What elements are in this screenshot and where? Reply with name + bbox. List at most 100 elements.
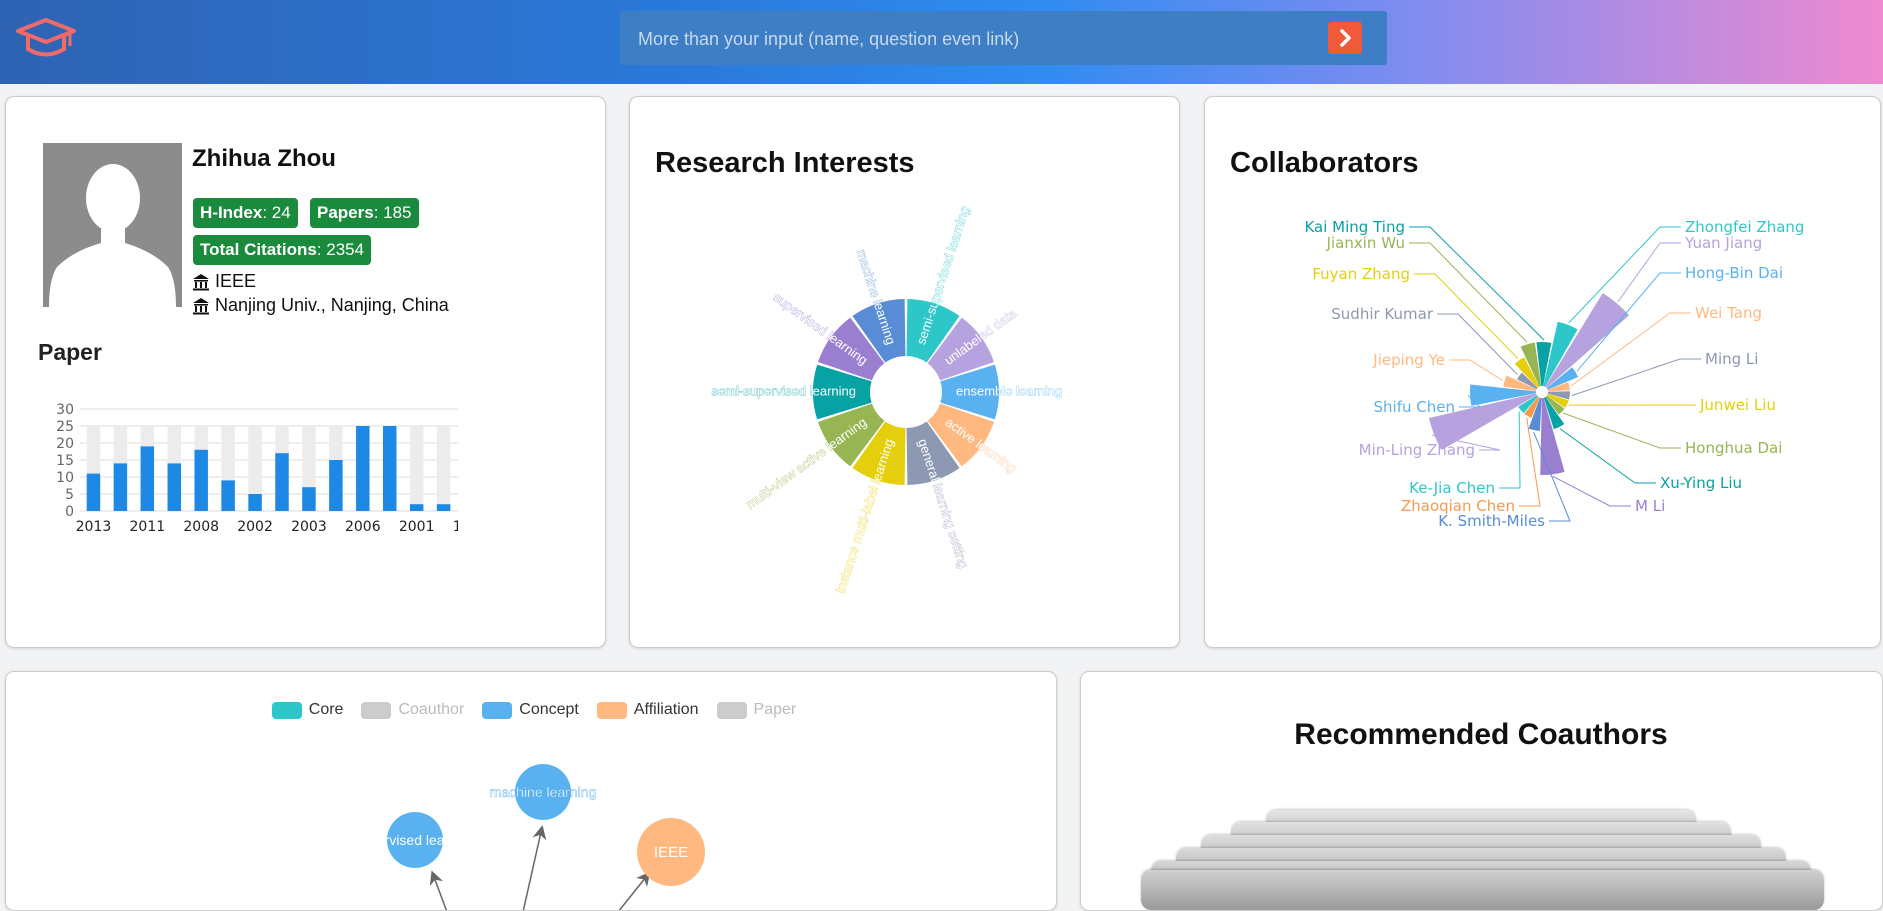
y-tick-label: 10 [56,470,74,486]
rose-center [1536,386,1548,398]
collaborators-card: Collaborators Zhongfei ZhangYuan JiangHo… [1204,96,1881,648]
collaborator-label: Hong-Bin Dai [1685,264,1783,282]
graduation-cap-icon[interactable] [14,16,78,62]
y-tick-label: 5 [65,487,74,503]
affiliation-ieee: IEEE [192,271,256,292]
collaborators-title: Collaborators [1230,147,1419,180]
collaborator-label: Jianxin Wu [1326,234,1405,252]
bar-background [437,426,450,511]
research-interests-card: Research Interests semi-supervised learn… [629,96,1180,648]
collaborator-label: Shifu Chen [1374,398,1455,416]
bar [329,460,342,511]
collaborator-label: Yuan Jiang [1684,234,1762,252]
x-tick-label: 2002 [237,519,273,535]
label-leader-line [1560,429,1656,483]
bar [194,450,207,511]
y-tick-label: 15 [56,453,74,469]
x-tick-label: 2013 [76,519,112,535]
bar [87,474,100,511]
citations-badge: Total Citations: 2354 [193,235,371,265]
bar [410,504,423,511]
x-tick-label: 2001 [399,519,435,535]
graph-node-label: machine learning [490,784,597,800]
profile-card: Zhihua Zhou H-Index: 24 Papers: 185 Tota… [5,96,606,648]
person-silhouette-icon [43,143,182,307]
x-tick-label: 1999 [453,519,458,535]
chevron-right-icon [1328,22,1362,54]
bar [437,504,450,511]
label-leader-line [1409,243,1527,342]
bar-background [410,426,423,511]
affiliation-text: Nanjing Univ., Nanjing, China [215,295,449,316]
x-tick-label: 2011 [130,519,166,535]
paper-bar-chart: 051015202530 2013 2011 2008 2002 2003 2006 2001… [38,397,458,547]
interest-label: ensemble learning [956,383,1062,398]
collaborator-label: Xu-Ying Liu [1660,474,1742,492]
recommended-coauthors-card: Recommended Coauthors [1080,671,1883,911]
collaborator-label: Sudhir Kumar [1331,305,1434,323]
collaborator-label: Kai Ming Ting [1304,218,1405,236]
relation-graph-card: Core Coauthor Concept Affiliation Paper [5,671,1057,911]
h-index-badge: H-Index: 24 [193,198,298,228]
graph-node-label: supervised learning [354,832,475,848]
recommended-coauthors-title: Recommended Coauthors [1081,718,1881,752]
bar [383,426,396,511]
research-interests-title: Research Interests [655,147,915,180]
y-tick-label: 0 [65,504,74,520]
affiliation-text: IEEE [215,271,256,292]
papers-badge: Papers: 185 [310,198,419,228]
collaborator-label: Junwei Liu [1699,396,1776,414]
graph-edge [618,877,646,911]
relation-graph: machine learning supervised learning IEE… [6,672,1057,911]
collaborators-rose-chart: Zhongfei ZhangYuan JiangHong-Bin DaiWei … [1205,177,1881,647]
collaborator-label: Wei Tang [1695,304,1762,322]
bar [248,494,261,511]
collaborator-label: Fuyan Zhang [1312,265,1410,283]
y-tick-label: 20 [56,436,74,452]
bar [141,446,154,511]
research-interests-chart: semi-supervised learningunlabeled dataen… [630,177,1180,647]
collaborator-label: Ming Li [1705,350,1758,368]
graph-edge [523,832,541,911]
bar [356,426,369,511]
label-leader-line [1553,476,1631,506]
label-leader-line [1449,360,1503,380]
bar [275,453,288,511]
x-tick-label: 2006 [345,519,381,535]
collaborator-label: Honghua Dai [1685,439,1782,457]
graph-node-label: IEEE [654,844,688,861]
label-leader-line [1409,227,1544,340]
label-leader-line [1569,227,1681,323]
search-bar [620,11,1387,65]
bar [221,480,234,511]
x-tick-label: 2003 [291,519,327,535]
collaborator-label: M Li [1635,497,1665,515]
label-leader-line [1572,359,1701,396]
coauthor-card-stack-layer[interactable] [1141,870,1824,910]
x-tick-label: 2008 [183,519,219,535]
collaborator-label: Min-Ling Zhang [1359,441,1475,459]
y-tick-label: 30 [56,402,74,418]
label-leader-line [1499,411,1520,488]
interest-label: semi-supervised learning [711,383,856,398]
author-name: Zhihua Zhou [192,145,336,173]
label-leader-line [1519,418,1540,506]
y-tick-label: 25 [56,419,74,435]
search-button[interactable] [1328,22,1362,54]
avatar [43,143,182,307]
affiliation-nanjing: Nanjing Univ., Nanjing, China [192,295,449,316]
bar [168,463,181,511]
collaborator-label: Jieping Ye [1372,351,1445,369]
paper-section-title: Paper [38,339,102,366]
bar [302,487,315,511]
collaborator-label: Zhaoqian Chen [1401,497,1515,515]
bar [114,463,127,511]
graph-edge [434,877,447,911]
collaborator-label: Ke-Jia Chen [1409,479,1495,497]
top-bar [0,0,1883,84]
institution-icon [192,297,210,315]
label-leader-line [1437,314,1518,375]
label-leader-line [1618,243,1681,302]
label-leader-line [1563,413,1681,448]
search-input[interactable] [636,19,1320,59]
